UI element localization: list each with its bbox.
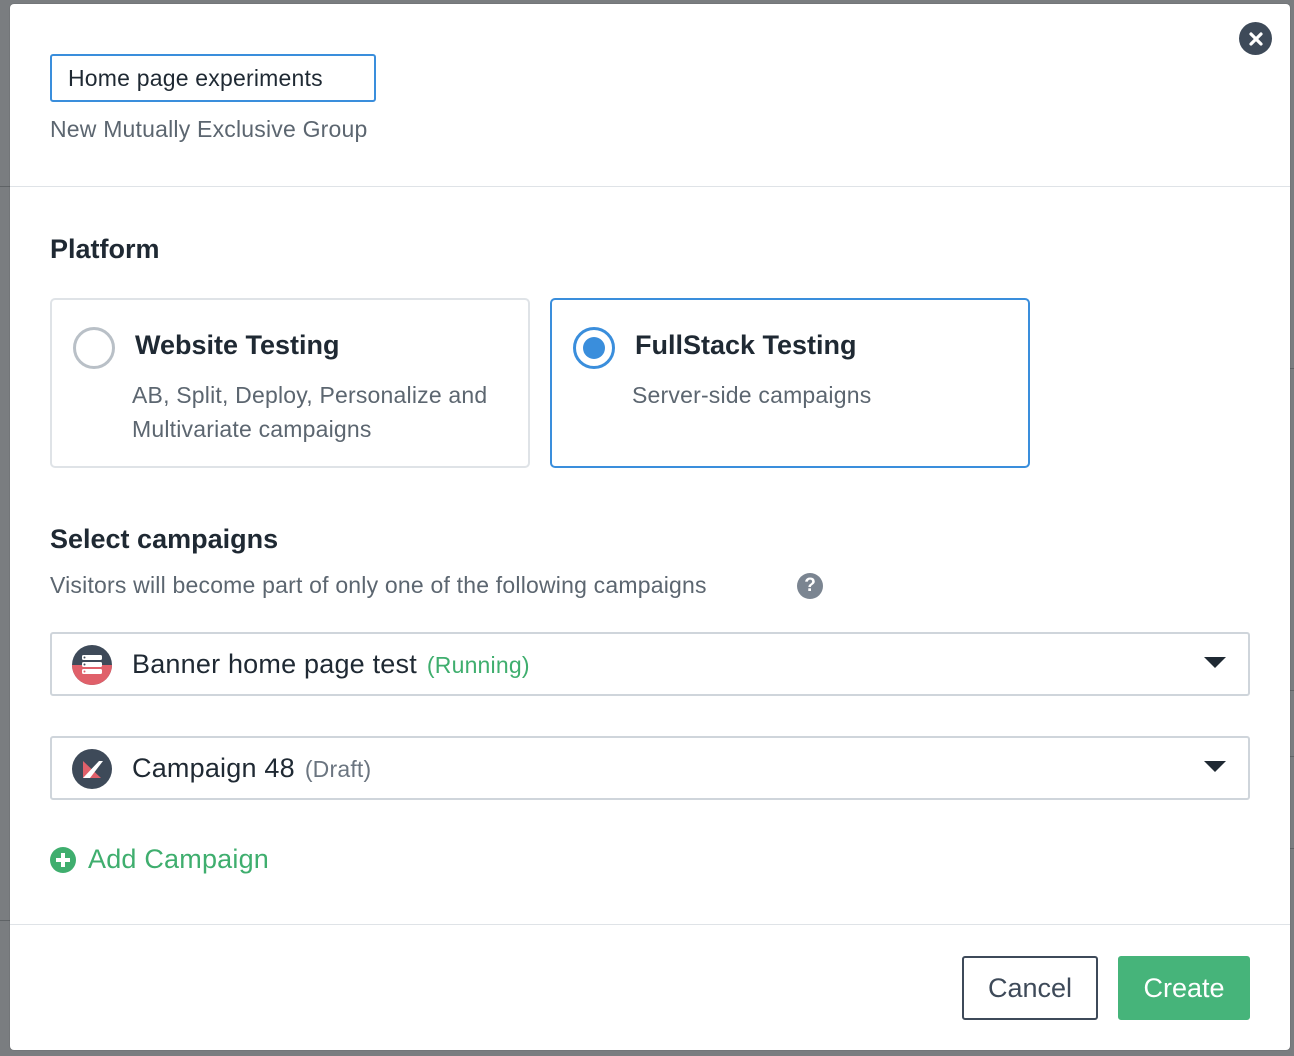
- header-divider: [10, 186, 1290, 187]
- cancel-button[interactable]: Cancel: [962, 956, 1098, 1020]
- campaign-status: (Draft): [304, 756, 372, 782]
- platform-option-website[interactable]: Website Testing AB, Split, Deploy, Perso…: [50, 298, 530, 468]
- question-circle-icon[interactable]: ?: [797, 573, 823, 599]
- modal-subtitle: New Mutually Exclusive Group: [50, 116, 368, 142]
- campaign-name: Campaign 48 (Draft): [132, 753, 371, 784]
- fullstack-logo-icon: [72, 749, 112, 789]
- add-campaign-label: Add Campaign: [88, 844, 270, 874]
- campaign-title: Banner home page test: [132, 649, 417, 679]
- platform-option-title: FullStack Testing: [635, 330, 857, 360]
- platform-option-fullstack[interactable]: FullStack Testing Server-side campaigns: [550, 298, 1030, 468]
- close-button[interactable]: [1239, 22, 1272, 55]
- platform-option-title: Website Testing: [135, 330, 340, 360]
- add-campaign-link[interactable]: Add Campaign: [50, 844, 269, 875]
- campaign-select[interactable]: Campaign 48 (Draft): [50, 736, 1250, 800]
- footer-divider: [10, 924, 1290, 925]
- radio-fullstack[interactable]: [573, 327, 615, 369]
- campaign-select[interactable]: Banner home page test (Running): [50, 632, 1250, 696]
- platform-option-description: AB, Split, Deploy, Personalize and Multi…: [132, 382, 488, 442]
- create-group-modal: New Mutually Exclusive Group Platform We…: [10, 4, 1290, 1050]
- campaigns-helper-text: Visitors will become part of only one of…: [50, 572, 707, 598]
- plus-circle-icon: [50, 846, 76, 873]
- radio-website[interactable]: [73, 327, 115, 369]
- caret-down-icon: [1204, 761, 1226, 772]
- campaign-name: Banner home page test (Running): [132, 649, 530, 680]
- create-button[interactable]: Create: [1118, 956, 1250, 1020]
- close-circle-icon: [1248, 31, 1263, 46]
- background-divider: [0, 186, 10, 187]
- platform-heading: Platform: [50, 234, 160, 264]
- stack-icon: [72, 645, 112, 685]
- group-name-input[interactable]: [50, 54, 376, 102]
- campaigns-heading: Select campaigns: [50, 524, 279, 554]
- caret-down-icon: [1204, 657, 1226, 668]
- campaign-title: Campaign 48: [132, 753, 295, 783]
- campaign-status: (Running): [426, 652, 530, 678]
- platform-option-description: Server-side campaigns: [632, 382, 872, 408]
- background-divider: [0, 920, 10, 921]
